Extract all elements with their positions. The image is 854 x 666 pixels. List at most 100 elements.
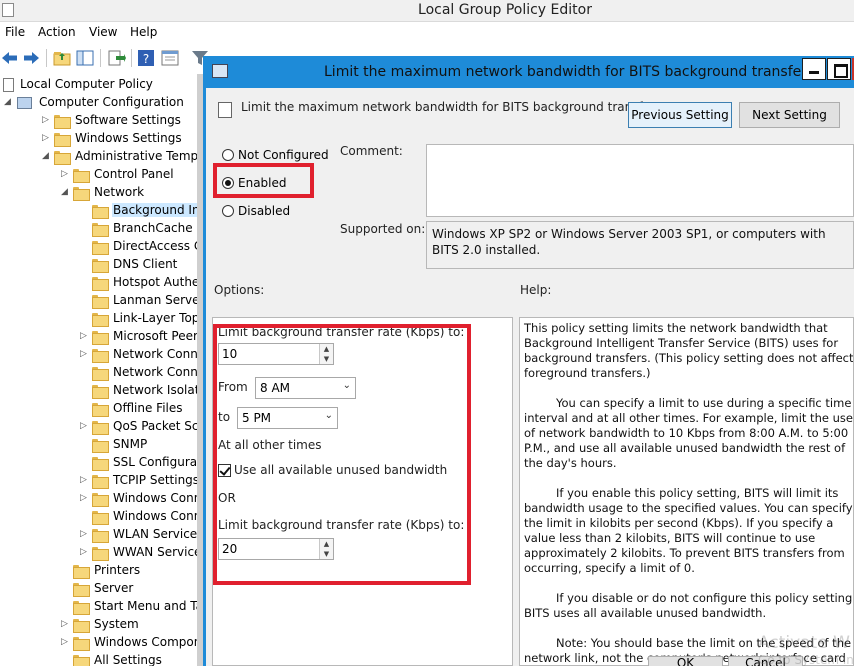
dialog-body: Limit the maximum network bandwidth for … [206, 88, 854, 666]
expand-arrow-icon[interactable]: ▷ [80, 475, 89, 486]
expand-arrow-icon[interactable]: ▷ [42, 115, 51, 126]
tree-item-label: Software Settings [75, 113, 181, 127]
expand-arrow-icon[interactable]: ▷ [61, 619, 70, 630]
expand-arrow-icon[interactable]: ▷ [80, 331, 89, 342]
activation-watermark: Activate W [758, 633, 850, 653]
folder-icon [92, 349, 109, 363]
folder-icon [54, 151, 71, 165]
menu-file[interactable]: File [5, 25, 25, 39]
main-titlebar: Local Group Policy Editor [0, 0, 854, 22]
up-folder-icon[interactable] [52, 48, 72, 68]
dialog-icon [212, 64, 228, 78]
radio-circle[interactable] [222, 205, 234, 217]
folder-icon [92, 529, 109, 543]
expand-arrow-icon[interactable]: ▷ [80, 493, 89, 504]
folder-icon [92, 385, 109, 399]
policy-document-icon [3, 78, 14, 92]
collapse-arrow-icon[interactable]: ◢ [61, 187, 70, 198]
expand-arrow-icon[interactable]: ◢ [4, 97, 13, 108]
folder-icon [92, 205, 109, 219]
tree-item-label: Windows Connecti [113, 509, 197, 523]
enabled-highlight-box [213, 163, 314, 198]
collapse-arrow-icon[interactable]: ◢ [42, 151, 51, 162]
tree-item-label: Windows Connect [113, 491, 197, 505]
folder-icon [92, 439, 109, 453]
folder-icon [73, 637, 90, 651]
folder-icon [54, 133, 71, 147]
window-title: Local Group Policy Editor [418, 2, 592, 18]
folder-icon [73, 619, 90, 633]
help-text: This policy setting limits the network b… [524, 321, 854, 665]
ok-button[interactable]: OK [648, 656, 723, 666]
activation-watermark-sub: Go to System in [758, 653, 854, 666]
show-hide-tree-icon[interactable] [75, 48, 95, 68]
export-list-icon[interactable] [106, 48, 126, 68]
forward-arrow-icon[interactable] [21, 48, 41, 68]
expand-arrow-icon[interactable]: ▷ [42, 133, 51, 144]
folder-icon [92, 493, 109, 507]
properties-icon[interactable] [160, 48, 180, 68]
menu-action[interactable]: Action [38, 25, 76, 39]
help-icon[interactable]: ? [136, 48, 156, 68]
tree-item-label: Windows Components [94, 635, 197, 649]
minimize-button[interactable] [802, 58, 826, 80]
help-paragraph: This policy setting limits the network b… [524, 321, 854, 380]
toolbar-separator [46, 49, 47, 67]
tree-item-label: Link-Layer Topolog [113, 311, 197, 325]
tree-item-label: All Settings [94, 653, 162, 666]
comment-label: Comment: [340, 144, 403, 158]
tree-item-label: Control Panel [94, 167, 174, 181]
menu-view[interactable]: View [89, 25, 117, 39]
folder-icon [73, 583, 90, 597]
previous-setting-button[interactable]: Previous Setting [628, 102, 732, 128]
folder-icon [73, 169, 90, 183]
radio-circle[interactable] [222, 149, 234, 161]
folder-icon [92, 277, 109, 291]
expand-arrow-icon[interactable]: ▷ [80, 349, 89, 360]
help-paragraph: You can specify a limit to use during a … [524, 396, 853, 470]
folder-icon [92, 331, 109, 345]
policy-dialog: Limit the maximum network bandwidth for … [203, 56, 854, 666]
menu-help[interactable]: Help [130, 25, 157, 39]
help-paragraph: If you disable or do not configure this … [524, 591, 854, 620]
expand-arrow-icon[interactable]: ▷ [80, 529, 89, 540]
tree-item-label: WWAN Service [113, 545, 197, 559]
supported-on-label: Supported on: [340, 222, 426, 236]
folder-icon [92, 223, 109, 237]
folder-icon [73, 565, 90, 579]
tree-item-label: System [94, 617, 139, 631]
tree-item-label: DNS Client [113, 257, 178, 271]
folder-icon [92, 241, 109, 255]
policy-name: Limit the maximum network bandwidth for … [241, 100, 662, 114]
folder-icon [92, 475, 109, 489]
folder-icon [92, 421, 109, 435]
tree-item-label: Hotspot Authentica [113, 275, 197, 289]
tree-item-label: Offline Files [113, 401, 183, 415]
maximize-button[interactable] [827, 58, 851, 80]
tree-item-label: Windows Settings [75, 131, 182, 145]
toolbar-separator [100, 49, 101, 67]
options-label: Options: [214, 283, 265, 297]
folder-icon [92, 367, 109, 381]
tree-item-label: BranchCache [113, 221, 193, 235]
folder-icon [73, 601, 90, 615]
dialog-title: Limit the maximum network bandwidth for … [324, 64, 815, 80]
folder-icon [92, 403, 109, 417]
folder-icon [54, 115, 71, 129]
comment-field[interactable] [426, 144, 854, 217]
tree-item-label: Administrative Templates [75, 149, 197, 163]
tree-item-label: Printers [94, 563, 141, 577]
folder-icon [92, 547, 109, 561]
policy-icon [218, 102, 232, 118]
expand-arrow-icon[interactable]: ▷ [61, 637, 70, 648]
tree-item-label: Network Isolation [113, 383, 197, 397]
back-arrow-icon[interactable] [0, 48, 20, 68]
tree-item-label: Start Menu and Taskba [94, 599, 197, 613]
next-setting-button[interactable]: Next Setting [739, 102, 840, 128]
tree-item-label: TCPIP Settings [113, 473, 197, 487]
expand-arrow-icon[interactable]: ▷ [61, 169, 70, 180]
expand-arrow-icon[interactable]: ▷ [80, 421, 89, 432]
expand-arrow-icon[interactable]: ▷ [80, 547, 89, 558]
tree-item-label: Network Connectio [113, 347, 197, 361]
folder-icon [92, 511, 109, 525]
